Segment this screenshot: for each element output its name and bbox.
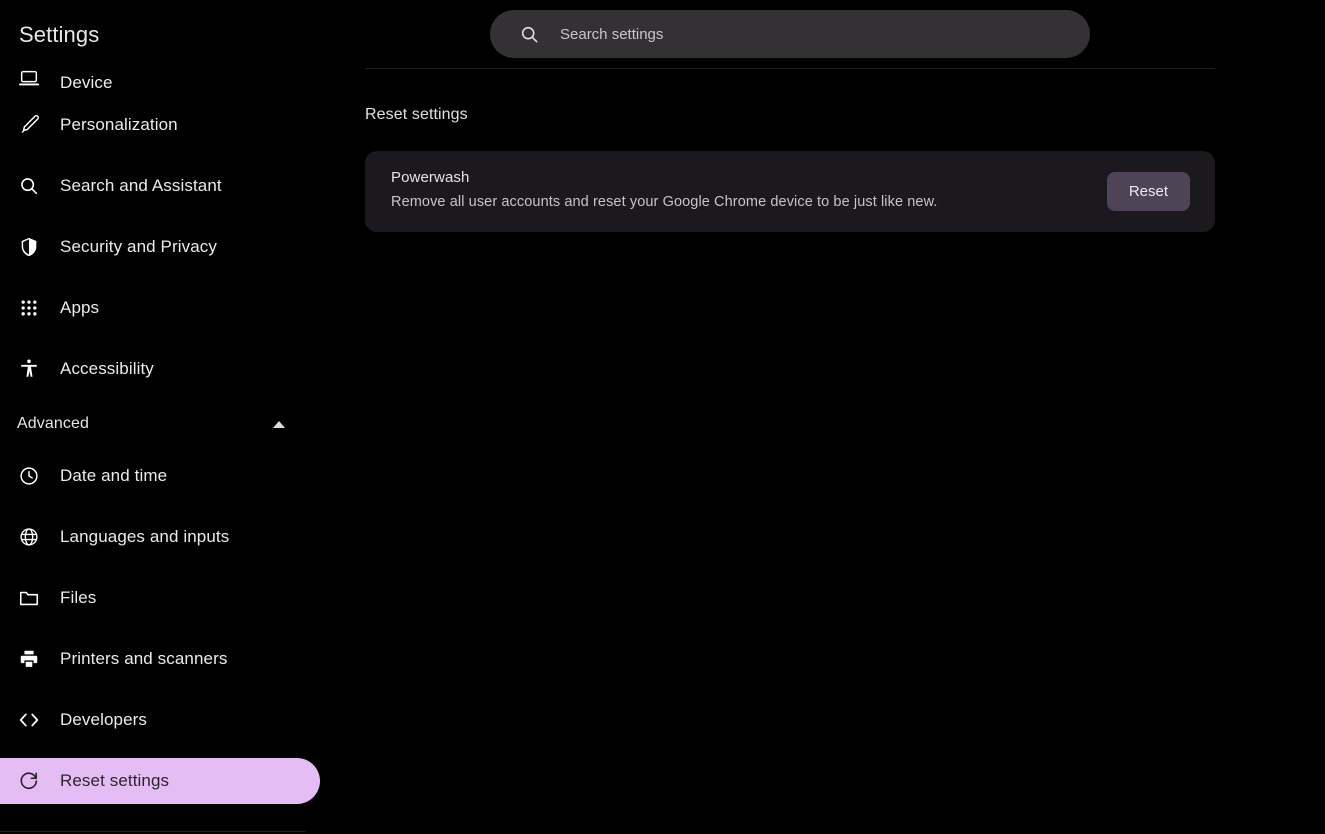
settings-window: Settings Device Personalization Search a…	[0, 0, 1325, 834]
sidebar-item-label: Developers	[60, 710, 147, 729]
sidebar-item-label: Search and Assistant	[60, 176, 222, 195]
sidebar-item-label: Languages and inputs	[60, 527, 230, 546]
sidebar-item-label: Reset settings	[60, 771, 170, 790]
sidebar-section-advanced[interactable]: Advanced	[0, 407, 320, 441]
sidebar-item-label: Date and time	[60, 466, 168, 485]
laptop-icon	[16, 65, 42, 91]
sidebar-item-label: Printers and scanners	[60, 649, 228, 668]
sidebar-item-personalization[interactable]: Personalization	[0, 102, 320, 148]
restore-icon	[16, 768, 42, 794]
sidebar-item-date-and-time[interactable]: Date and time	[0, 453, 320, 499]
sidebar-item-languages-and-inputs[interactable]: Languages and inputs	[0, 514, 320, 560]
shield-icon	[16, 234, 42, 260]
sidebar-item-label: Security and Privacy	[60, 237, 217, 256]
sidebar-section-label: Advanced	[17, 415, 89, 432]
printer-icon	[16, 646, 42, 672]
sidebar: Settings Device Personalization Search a…	[0, 0, 320, 834]
section-heading: Reset settings	[365, 106, 468, 123]
sidebar-item-printers-and-scanners[interactable]: Printers and scanners	[0, 636, 320, 682]
accessibility-icon	[16, 356, 42, 382]
search-icon	[16, 173, 42, 199]
content-divider	[365, 68, 1215, 69]
sidebar-item-security-and-privacy[interactable]: Security and Privacy	[0, 224, 320, 270]
reset-button[interactable]: Reset	[1106, 172, 1190, 211]
search-placeholder: Search settings	[560, 25, 664, 43]
sidebar-item-accessibility[interactable]: Accessibility	[0, 346, 320, 392]
folder-icon	[16, 585, 42, 611]
search-input[interactable]: Search settings	[490, 10, 1090, 58]
sidebar-item-label: Device	[60, 73, 113, 92]
brush-icon	[16, 112, 42, 138]
sidebar-item-label: Personalization	[60, 115, 178, 134]
sidebar-item-reset-settings[interactable]: Reset settings	[0, 758, 320, 804]
main-content: Search settings Reset settings Powerwash…	[320, 0, 1325, 834]
sidebar-item-label: Files	[60, 588, 97, 607]
search-icon	[519, 24, 540, 45]
sidebar-item-apps[interactable]: Apps	[0, 285, 320, 331]
powerwash-title: Powerwash	[391, 169, 470, 186]
sidebar-item-device[interactable]: Device	[0, 57, 320, 92]
sidebar-nav: Device Personalization Search and Assist…	[0, 57, 320, 819]
grid-apps-icon	[16, 295, 42, 321]
powerwash-text: Powerwash Remove all user accounts and r…	[391, 169, 938, 210]
powerwash-card: Powerwash Remove all user accounts and r…	[365, 151, 1215, 232]
sidebar-item-files[interactable]: Files	[0, 575, 320, 621]
globe-icon	[16, 524, 42, 550]
sidebar-divider	[0, 831, 305, 832]
chevron-up-icon	[272, 420, 286, 429]
sidebar-item-label: Accessibility	[60, 359, 154, 378]
page-title: Settings	[19, 22, 100, 47]
clock-icon	[16, 463, 42, 489]
powerwash-description: Remove all user accounts and reset your …	[391, 194, 938, 210]
code-icon	[16, 707, 42, 733]
sidebar-item-search-and-assistant[interactable]: Search and Assistant	[0, 163, 320, 209]
sidebar-item-developers[interactable]: Developers	[0, 697, 320, 743]
sidebar-item-label: Apps	[60, 298, 100, 317]
